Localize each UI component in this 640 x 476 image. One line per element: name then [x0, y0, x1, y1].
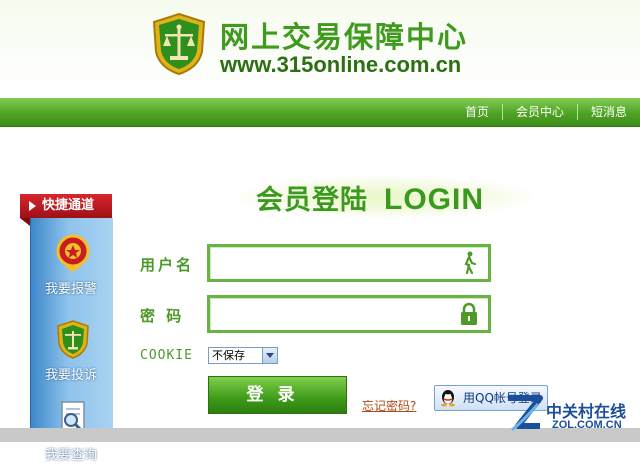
- police-badge-icon: [56, 234, 90, 272]
- nav-item-home[interactable]: 首页: [452, 98, 502, 126]
- site-title: 网上交易保障中心: [220, 20, 469, 54]
- nav-item-member-center[interactable]: 会员中心: [503, 98, 577, 126]
- arrow-right-icon: [29, 201, 36, 211]
- login-title-en: LOGIN: [384, 183, 484, 216]
- watermark-en: ZOL.COM.CN: [552, 419, 622, 431]
- complaint-shield-icon: [57, 320, 89, 359]
- login-title: 会员登陆 LOGIN: [256, 178, 484, 217]
- sidebar-ribbon-fold: [20, 218, 30, 226]
- chevron-down-icon: [266, 353, 274, 358]
- dropdown-button[interactable]: [262, 348, 277, 363]
- login-title-cn: 会员登陆: [256, 185, 368, 216]
- nav-item-messages[interactable]: 短消息: [578, 98, 640, 126]
- site-url: www.315online.com.cn: [220, 52, 462, 77]
- nav-items: 首页 会员中心 短消息: [452, 98, 640, 126]
- footer-bar: [0, 428, 640, 442]
- username-label: 用户名: [140, 256, 195, 274]
- lock-icon: [461, 302, 477, 325]
- site-header: 网上交易保障中心 www.315online.com.cn: [0, 0, 640, 98]
- sidebar-item-label: 我要查询: [44, 448, 97, 463]
- sidebar-item-label: 我要投诉: [44, 368, 97, 383]
- forgot-password-link[interactable]: 忘记密码?: [362, 397, 416, 414]
- walking-person-icon: [464, 251, 477, 275]
- qq-penguin-icon: [441, 390, 455, 407]
- cookie-select[interactable]: 不保存: [208, 347, 278, 364]
- username-field-box: [207, 244, 491, 282]
- password-field-box: [207, 295, 491, 333]
- top-nav-bar: 首页 会员中心 短消息: [0, 98, 640, 127]
- sidebar-item-report-police[interactable]: 我要报警: [30, 234, 112, 310]
- password-input[interactable]: [216, 302, 456, 326]
- cookie-selected-value: 不保存: [212, 349, 245, 362]
- sidebar-item-label: 我要报警: [44, 282, 97, 297]
- zol-watermark-logo-icon: [508, 395, 543, 432]
- sidebar-header: 快捷通道: [20, 194, 112, 218]
- scales-shield-logo-icon[interactable]: [152, 12, 206, 76]
- cookie-label: COOKIE: [140, 348, 193, 363]
- sidebar-item-complaint[interactable]: 我要投诉: [30, 320, 112, 396]
- username-input[interactable]: [216, 251, 456, 275]
- quick-access-sidebar: 快捷通道 我要报警 我要投诉 我要查询: [20, 194, 113, 463]
- login-button[interactable]: 登录: [208, 376, 347, 414]
- password-label: 密 码: [140, 307, 185, 325]
- sidebar-title: 快捷通道: [42, 198, 95, 213]
